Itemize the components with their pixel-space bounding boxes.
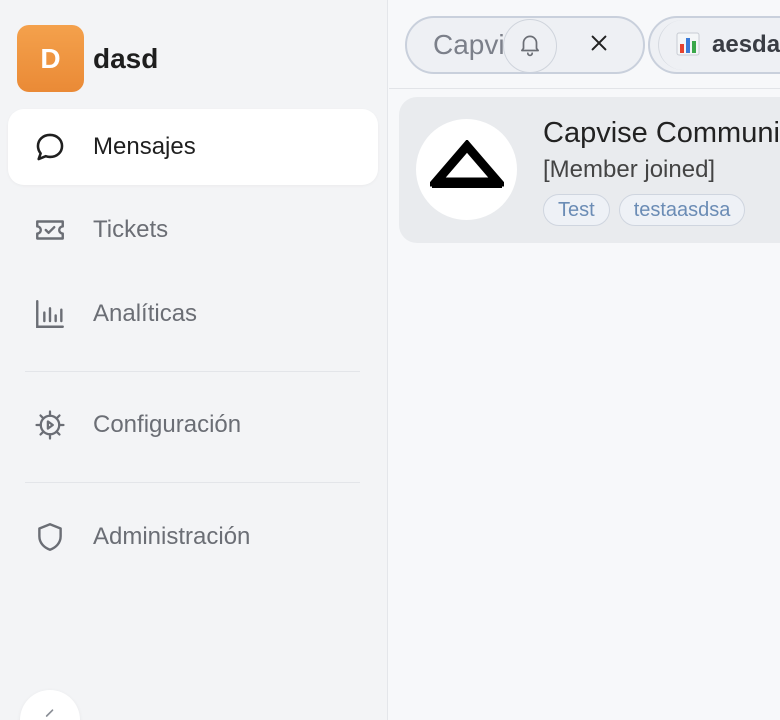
bar-chart-emoji-icon bbox=[676, 32, 700, 61]
sidebar-divider bbox=[25, 482, 360, 483]
conversation-tags: Test testaasdsa bbox=[543, 194, 746, 226]
sidebar-item-administracion[interactable]: Administración bbox=[8, 499, 378, 575]
tab-aesdasd[interactable]: aesdasd bbox=[648, 16, 780, 74]
collapse-sidebar-button[interactable] bbox=[20, 690, 80, 720]
chevron-left-icon bbox=[40, 706, 60, 720]
conversation-title: Capvise Community bbox=[543, 117, 780, 149]
close-tab-button[interactable] bbox=[585, 31, 613, 59]
sidebar-item-label: Administración bbox=[93, 523, 251, 550]
bar-chart-icon bbox=[32, 296, 68, 332]
shield-icon bbox=[32, 519, 68, 555]
workspace-switcher[interactable]: D dasd bbox=[17, 25, 158, 92]
capvise-logo-icon bbox=[425, 139, 508, 199]
close-icon bbox=[588, 32, 610, 59]
sidebar-item-label: Analíticas bbox=[93, 300, 198, 327]
tab-capvise-community[interactable]: Capvise Community bbox=[405, 16, 645, 74]
tab-label: aesdasd bbox=[712, 31, 780, 58]
sidebar-item-label: Mensajes bbox=[93, 133, 196, 160]
tabs-bar: Capvise Community bbox=[389, 0, 780, 89]
tag-chip[interactable]: Test bbox=[543, 194, 610, 226]
main-panel: Capvise Community bbox=[389, 0, 780, 720]
bell-icon bbox=[517, 31, 543, 62]
workspace-name: dasd bbox=[93, 42, 159, 74]
sidebar-divider bbox=[25, 371, 360, 372]
chat-bubble-icon bbox=[32, 129, 68, 165]
tab-label: Capvise Community bbox=[433, 29, 505, 60]
sidebar-item-configuracion[interactable]: Configuración bbox=[8, 387, 378, 463]
sidebar-item-mensajes[interactable]: Mensajes bbox=[8, 109, 378, 185]
conversation-item[interactable]: Capvise Community [Member joined] Test t… bbox=[399, 97, 780, 243]
conversation-preview: [Member joined] bbox=[543, 156, 716, 183]
conversation-avatar bbox=[416, 119, 517, 220]
sidebar-item-label: Configuración bbox=[93, 411, 242, 438]
ticket-icon bbox=[32, 212, 68, 248]
gear-icon bbox=[32, 407, 68, 443]
workspace-avatar: D bbox=[17, 25, 84, 92]
sidebar-item-tickets[interactable]: Tickets bbox=[8, 192, 378, 268]
sidebar-item-label: Tickets bbox=[93, 216, 169, 243]
sidebar-item-analiticas[interactable]: Analíticas bbox=[8, 276, 378, 352]
tag-chip[interactable]: testaasdsa bbox=[618, 194, 746, 226]
notifications-button[interactable] bbox=[503, 19, 557, 72]
sidebar: D dasd Mensajes Tickets Analíticas Confi… bbox=[0, 0, 388, 720]
